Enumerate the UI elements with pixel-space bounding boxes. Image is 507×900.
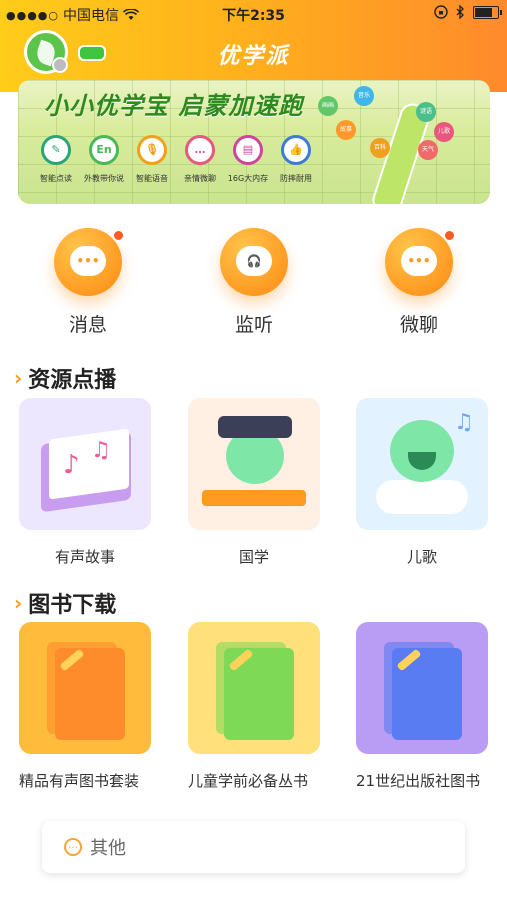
notification-badge	[113, 230, 124, 241]
banner-bubble: 故事	[336, 120, 356, 140]
banner-bubble: 谜语	[416, 102, 436, 122]
book-card[interactable]: 精品有声图书套装	[19, 622, 169, 791]
blue-folder-icon	[356, 622, 488, 754]
book-icon: ✎	[41, 135, 71, 165]
banner-bubble: 音乐	[354, 86, 374, 106]
orientation-lock-icon	[434, 5, 448, 19]
thumbs-up-icon: 👍	[281, 135, 311, 165]
book-card-label: 精品有声图书套装	[19, 772, 140, 790]
battery-icon	[473, 5, 502, 19]
microphone-icon: 🎙	[137, 135, 167, 165]
storage-icon: ▤	[233, 135, 263, 165]
quick-action-label: 监听	[234, 314, 273, 336]
resource-card[interactable]: ♫ 儿歌	[356, 398, 488, 567]
book-card[interactable]: 21世纪出版社图书	[356, 622, 488, 791]
banner-bubble: 天气	[418, 140, 438, 160]
books-section-title: › 图书下载	[14, 587, 116, 619]
status-bar: ●●●●○ 中国电信 下午2:35	[0, 0, 507, 28]
message-icon: •••	[70, 246, 106, 276]
more-dots-icon: …	[64, 838, 82, 856]
quick-action-2[interactable]: 🎧 监听	[204, 228, 304, 337]
book-card[interactable]: 儿童学前必备丛书	[188, 622, 320, 791]
resource-card[interactable]: ♪ ♫ 有声故事	[19, 398, 151, 567]
wechat-bubble-icon: •••	[401, 246, 437, 276]
banner-bubble: 百科	[370, 138, 390, 158]
book-card-label: 儿童学前必备丛书	[188, 772, 309, 790]
banner-title: 小小优学宝 启蒙加速跑	[44, 91, 304, 120]
promo-banner[interactable]: 小小优学宝 启蒙加速跑 画画 音乐 故事 谜语 儿歌 百科 天气 ✎ 智能点读 En 外教带你说 🎙…	[18, 80, 490, 204]
quick-action-circle: •••	[54, 228, 124, 296]
bluetooth-icon	[456, 5, 464, 19]
quick-action-label: 消息	[68, 314, 107, 336]
quick-action-1[interactable]: ••• 消息	[38, 228, 138, 337]
resource-card-label: 国学	[238, 548, 269, 566]
singing-robot-icon: ♫	[356, 398, 488, 530]
resource-card[interactable]: 国学	[188, 398, 320, 567]
other-button[interactable]: … 其他	[42, 821, 465, 873]
resources-section-title: › 资源点播	[14, 362, 116, 394]
banner-bubble: 画画	[318, 96, 338, 116]
resources-title-label: 资源点播	[28, 368, 117, 393]
books-title-label: 图书下载	[28, 593, 117, 618]
headset-icon: 🎧	[236, 246, 272, 276]
story-book-icon: ♪ ♫	[19, 398, 151, 530]
resource-card-label: 有声故事	[54, 548, 115, 566]
english-icon: En	[89, 135, 119, 165]
quick-action-circle: •••	[385, 228, 455, 296]
green-folder-icon	[188, 622, 320, 754]
status-time: 下午2:35	[222, 8, 285, 24]
quick-action-3[interactable]: ••• 微聊	[369, 228, 469, 337]
quick-action-label: 微聊	[399, 314, 438, 336]
banner-feature-label: 防摔耐用	[280, 174, 312, 183]
book-card-label: 21世纪出版社图书	[356, 772, 481, 790]
notification-badge	[444, 230, 455, 241]
other-label: 其他	[90, 838, 126, 859]
app-title: 优学派	[217, 44, 290, 69]
quick-action-circle: 🎧	[220, 228, 288, 296]
banner-bubble: 儿歌	[434, 122, 454, 142]
scholar-icon	[188, 398, 320, 530]
chat-icon: …	[185, 135, 215, 165]
chevron-right-icon: ›	[14, 366, 23, 390]
chevron-right-icon: ›	[14, 591, 23, 615]
resource-card-label: 儿歌	[406, 548, 437, 566]
orange-folder-icon	[19, 622, 151, 754]
banner-feature: 👍 防摔耐用	[266, 135, 326, 184]
battery-fill	[475, 7, 492, 17]
